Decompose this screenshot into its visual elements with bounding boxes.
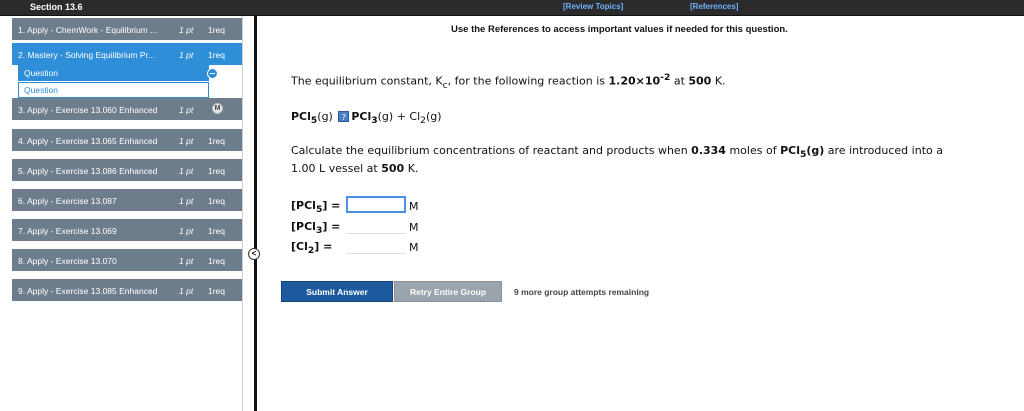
sidebar-item-points: 1 pt	[179, 226, 194, 236]
retry-entire-group-button[interactable]: Retry Entire Group	[394, 281, 502, 302]
answer-unit: M	[409, 200, 419, 213]
sidebar-item-title: 7. Apply - Exercise 13.069	[18, 226, 117, 236]
pcl5-concentration-input[interactable]	[346, 196, 406, 213]
reference-note: Use the References to access important v…	[451, 24, 788, 35]
calc-text-pre: Calculate the equilibrium concentrations…	[291, 144, 692, 157]
answer-label: [PCl3] =	[291, 220, 341, 237]
calc-text-post: are introduced into a	[824, 144, 943, 157]
reactant-formula: PCl	[291, 110, 311, 123]
calc-species-state: (g)	[806, 144, 825, 157]
sidebar-subitem-label: Question	[24, 68, 59, 78]
sidebar-item-points: 1 pt	[179, 286, 194, 296]
sidebar-item-req: 1req	[208, 25, 226, 35]
sidebar-item-points: 1 pt	[179, 196, 194, 206]
sidebar-divider[interactable]	[254, 16, 257, 411]
calc-line2-temp: 500	[381, 162, 405, 175]
sidebar-subitem-question-2[interactable]: Question	[18, 82, 209, 98]
sidebar-item-req: 1req	[208, 136, 226, 146]
attempts-remaining-text: 9 more group attempts remaining	[514, 287, 650, 297]
sidebar-item-title: 2. Mastery - Solving Equilibrium Pr...	[18, 50, 155, 60]
eq-text-mid: , for the following reaction is	[447, 74, 609, 88]
sidebar-item-title: 1. Apply - ChemWork - Equilibrium ...	[18, 25, 158, 35]
question-panel: Use the References to access important v…	[258, 16, 1024, 411]
sidebar-item-req: 1req	[208, 286, 226, 296]
calc-line2-unit: K.	[404, 162, 419, 175]
collapse-circle-icon[interactable]	[207, 68, 218, 79]
calc-species: PCl	[780, 144, 800, 157]
product2-formula: Cl	[409, 110, 421, 123]
reactant-state: (g)	[317, 110, 333, 123]
review-topics-link[interactable]: [Review Topics]	[563, 2, 623, 11]
sidebar-item-points: 1 pt	[179, 256, 194, 266]
sidebar-item-7[interactable]: 7. Apply - Exercise 13.069 1 pt 1req	[12, 219, 242, 241]
equilibrium-constant-statement: The equilibrium constant, Kc, for the fo…	[291, 72, 726, 91]
question-sidebar: 1. Apply - ChemWork - Equilibrium ... 1 …	[0, 16, 243, 411]
sidebar-item-points: 1 pt	[179, 50, 194, 60]
app-root: Section 13.6 [Review Topics] [References…	[0, 0, 1024, 411]
sidebar-item-title: 9. Apply - Exercise 13.085 Enhanced	[18, 286, 158, 296]
sidebar-subitem-question-1[interactable]: Question	[18, 65, 218, 81]
sidebar-item-6[interactable]: 6. Apply - Exercise 13.087 1 pt 1req	[12, 189, 242, 211]
sidebar-item-3[interactable]: 3. Apply - Exercise 13.060 Enhanced 1 pt…	[12, 98, 242, 120]
sidebar-item-9[interactable]: 9. Apply - Exercise 13.085 Enhanced 1 pt…	[12, 279, 242, 301]
sidebar-item-points: 1 pt	[179, 166, 194, 176]
answer-label: [Cl2] =	[291, 240, 333, 257]
sidebar-item-req: 1req	[208, 256, 226, 266]
product1-formula: PCl	[351, 110, 372, 123]
sidebar-item-points: 1 pt	[179, 105, 194, 115]
answer-unit: M	[409, 221, 419, 234]
sidebar-item-title: 4. Apply - Exercise 13.065 Enhanced	[18, 136, 158, 146]
reaction-equation: PCl5(g) ? PCl3(g) + Cl2(g)	[291, 110, 442, 126]
sidebar-item-title: 6. Apply - Exercise 13.087	[18, 196, 117, 206]
sidebar-item-req: 1req	[208, 226, 226, 236]
sidebar-item-title: 3. Apply - Exercise 13.060 Enhanced	[18, 105, 158, 115]
eq-text-pre: The equilibrium constant, K	[291, 74, 443, 88]
calculate-instruction-line-2: 1.00 L vessel at 500 K.	[291, 162, 418, 175]
eq-temp: 500	[688, 74, 712, 88]
calc-text-mid: moles of	[725, 144, 781, 157]
sidebar-item-points: 1 pt	[179, 136, 194, 146]
sidebar-item-req: 1req	[208, 166, 226, 176]
sidebar-item-4[interactable]: 4. Apply - Exercise 13.065 Enhanced 1 pt…	[12, 129, 242, 151]
cl2-concentration-input[interactable]	[346, 237, 406, 254]
references-link[interactable]: [References]	[690, 2, 738, 11]
equilibrium-arrow-icon: ?	[338, 111, 350, 122]
calculate-instruction-line-1: Calculate the equilibrium concentrations…	[291, 144, 943, 160]
calc-moles: 0.334	[691, 144, 726, 157]
sidebar-subitem-label: Question	[24, 85, 59, 95]
top-bar: Section 13.6 [Review Topics] [References…	[0, 0, 1024, 16]
sidebar-item-title: 8. Apply - Exercise 13.070	[18, 256, 117, 266]
sidebar-item-req: 1req	[208, 196, 226, 206]
submit-answer-button[interactable]: Submit Answer	[281, 281, 393, 302]
eq-at: at	[670, 74, 689, 88]
sidebar-item-8[interactable]: 8. Apply - Exercise 13.070 1 pt 1req	[12, 249, 242, 271]
sidebar-item-title: 5. Apply - Exercise 13.086 Enhanced	[18, 166, 158, 176]
sidebar-item-1[interactable]: 1. Apply - ChemWork - Equilibrium ... 1 …	[12, 18, 242, 40]
answer-label: [PCl5] =	[291, 199, 341, 216]
eq-unit: K.	[711, 74, 726, 88]
sidebar-item-points: 1 pt	[179, 25, 194, 35]
answer-unit: M	[409, 241, 419, 254]
section-title: Section 13.6	[30, 2, 83, 12]
calc-line2-pre: 1.00 L vessel at	[291, 162, 382, 175]
sidebar-item-2[interactable]: 2. Mastery - Solving Equilibrium Pr... 1…	[12, 43, 242, 65]
product1-state: (g) +	[377, 110, 410, 123]
pcl3-concentration-input[interactable]	[346, 217, 406, 234]
sidebar-item-req: 1req	[208, 50, 226, 60]
product2-state: (g)	[426, 110, 442, 123]
mastery-badge-icon: M	[212, 103, 223, 114]
eq-value: 1.20×10	[608, 74, 661, 88]
eq-exponent: -2	[660, 72, 671, 83]
sidebar-item-5[interactable]: 5. Apply - Exercise 13.086 Enhanced 1 pt…	[12, 159, 242, 181]
